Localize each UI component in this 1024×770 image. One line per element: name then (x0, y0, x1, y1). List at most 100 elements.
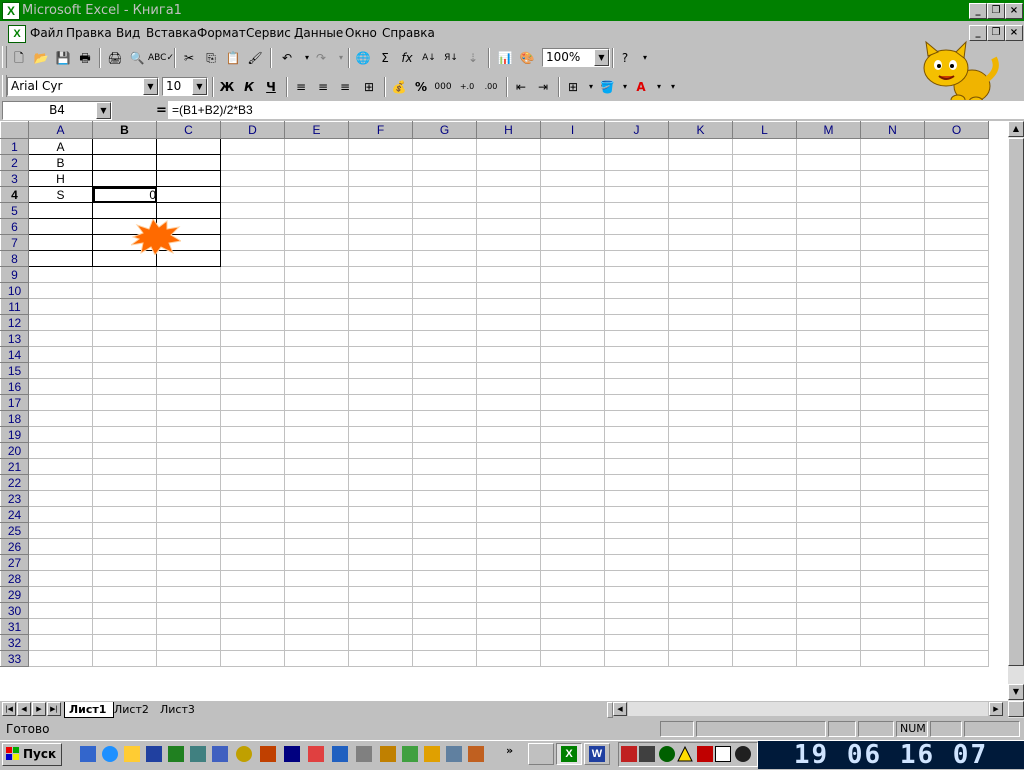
cell-h27[interactable] (476, 554, 541, 571)
cell-c32[interactable] (156, 634, 221, 651)
align-right-icon[interactable]: ≡ (334, 76, 356, 98)
cell-b3[interactable] (92, 170, 157, 187)
cell-e27[interactable] (284, 554, 349, 571)
cell-f21[interactable] (348, 458, 413, 475)
cell-h28[interactable] (476, 570, 541, 587)
cell-a26[interactable] (28, 538, 93, 555)
cell-g24[interactable] (412, 506, 477, 523)
doc-close-button[interactable]: × (1005, 25, 1023, 41)
cell-i3[interactable] (540, 170, 605, 187)
menu-help[interactable]: Справка (382, 26, 435, 40)
comma-style-icon[interactable]: 000 (432, 76, 454, 98)
cell-o11[interactable] (924, 298, 989, 315)
new-icon[interactable]: 🗋 (8, 47, 30, 69)
tray-app-icon[interactable] (715, 746, 731, 762)
row-header[interactable]: 2 (0, 154, 29, 171)
cell-c20[interactable] (156, 442, 221, 459)
cell-h17[interactable] (476, 394, 541, 411)
cell-n27[interactable] (860, 554, 925, 571)
bold-button[interactable]: Ж (216, 76, 238, 98)
cell-b27[interactable] (92, 554, 157, 571)
cell-j13[interactable] (604, 330, 669, 347)
row-header[interactable]: 20 (0, 442, 29, 459)
cell-f19[interactable] (348, 426, 413, 443)
cell-i19[interactable] (540, 426, 605, 443)
cell-k7[interactable] (668, 234, 733, 251)
speaker-icon[interactable] (639, 746, 655, 762)
cell-n21[interactable] (860, 458, 925, 475)
cell-g12[interactable] (412, 314, 477, 331)
cell-h33[interactable] (476, 650, 541, 667)
cell-a20[interactable] (28, 442, 93, 459)
cell-a16[interactable] (28, 378, 93, 395)
cell-h14[interactable] (476, 346, 541, 363)
cell-l1[interactable] (732, 138, 797, 155)
cell-f8[interactable] (348, 250, 413, 267)
cell-e21[interactable] (284, 458, 349, 475)
cell-m3[interactable] (796, 170, 861, 187)
quicklaunch-app-icon[interactable] (168, 746, 184, 762)
cell-b1[interactable] (92, 138, 157, 155)
copy-icon[interactable]: ⎘ (200, 47, 222, 69)
split-box[interactable] (1008, 701, 1024, 717)
cell-k11[interactable] (668, 298, 733, 315)
cell-a4[interactable]: S (28, 186, 93, 203)
cell-o30[interactable] (924, 602, 989, 619)
cell-k23[interactable] (668, 490, 733, 507)
cell-h18[interactable] (476, 410, 541, 427)
cell-e22[interactable] (284, 474, 349, 491)
row-header[interactable]: 8 (0, 250, 29, 267)
decrease-indent-icon[interactable]: ⇤ (510, 76, 532, 98)
cell-g11[interactable] (412, 298, 477, 315)
cell-c14[interactable] (156, 346, 221, 363)
cell-k33[interactable] (668, 650, 733, 667)
cell-e18[interactable] (284, 410, 349, 427)
cell-d1[interactable] (220, 138, 285, 155)
cell-k29[interactable] (668, 586, 733, 603)
cell-l3[interactable] (732, 170, 797, 187)
redo-icon[interactable]: ↷ (310, 47, 332, 69)
cell-a14[interactable] (28, 346, 93, 363)
cell-d24[interactable] (220, 506, 285, 523)
cell-j27[interactable] (604, 554, 669, 571)
cell-m31[interactable] (796, 618, 861, 635)
cell-a7[interactable] (28, 234, 93, 251)
cell-l29[interactable] (732, 586, 797, 603)
cell-c27[interactable] (156, 554, 221, 571)
cell-l24[interactable] (732, 506, 797, 523)
cell-e8[interactable] (284, 250, 349, 267)
cell-f25[interactable] (348, 522, 413, 539)
cell-c10[interactable] (156, 282, 221, 299)
cell-f32[interactable] (348, 634, 413, 651)
cell-i6[interactable] (540, 218, 605, 235)
cell-e31[interactable] (284, 618, 349, 635)
cell-c24[interactable] (156, 506, 221, 523)
cell-c26[interactable] (156, 538, 221, 555)
cell-i25[interactable] (540, 522, 605, 539)
cell-l10[interactable] (732, 282, 797, 299)
row-header[interactable]: 15 (0, 362, 29, 379)
cell-m18[interactable] (796, 410, 861, 427)
cell-d6[interactable] (220, 218, 285, 235)
cell-k12[interactable] (668, 314, 733, 331)
align-center-icon[interactable]: ≡ (312, 76, 334, 98)
start-button[interactable]: Пуск (2, 743, 62, 766)
cell-a28[interactable] (28, 570, 93, 587)
cell-d29[interactable] (220, 586, 285, 603)
cell-n26[interactable] (860, 538, 925, 555)
cell-b31[interactable] (92, 618, 157, 635)
cell-l32[interactable] (732, 634, 797, 651)
cell-f26[interactable] (348, 538, 413, 555)
cell-l2[interactable] (732, 154, 797, 171)
cell-g26[interactable] (412, 538, 477, 555)
cell-i4[interactable] (540, 186, 605, 203)
cell-j16[interactable] (604, 378, 669, 395)
align-left-icon[interactable]: ≡ (290, 76, 312, 98)
cell-l18[interactable] (732, 410, 797, 427)
cell-n18[interactable] (860, 410, 925, 427)
cell-n6[interactable] (860, 218, 925, 235)
cell-e5[interactable] (284, 202, 349, 219)
cell-f30[interactable] (348, 602, 413, 619)
more-icons-chevron[interactable]: » (506, 744, 513, 757)
open-icon[interactable]: 📂 (30, 47, 52, 69)
